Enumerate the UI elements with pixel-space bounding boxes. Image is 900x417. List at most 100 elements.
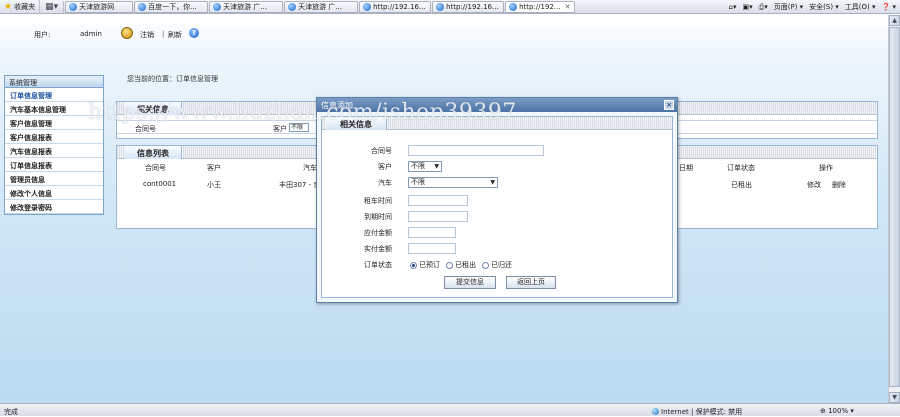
safety-menu[interactable]: 安全(S) ▾	[809, 2, 839, 12]
ie-page-icon	[509, 3, 517, 11]
chevron-down-icon: ▼	[434, 162, 439, 171]
sidebar-item-customer-info[interactable]: 客户信息管理	[5, 116, 103, 130]
radio-unchecked-icon	[482, 262, 489, 269]
dialog-title: 信息添加	[321, 101, 353, 110]
ie-page-icon	[288, 3, 296, 11]
customer-search-select[interactable]: 不限	[289, 123, 309, 132]
dialog-titlebar[interactable]: 信息添加 ×	[317, 98, 677, 112]
ie-page-icon	[363, 3, 371, 11]
scroll-up-icon[interactable]: ▲	[889, 15, 900, 26]
sidebar-item-order-info[interactable]: 订单信息管理	[5, 88, 103, 102]
form-row-car: 汽车 不限▼	[322, 175, 672, 191]
page-menu[interactable]: 页面(P) ▾	[774, 2, 803, 12]
due-time-input[interactable]	[408, 211, 468, 222]
user-label: 用户:	[34, 30, 50, 40]
radio-checked-icon	[410, 262, 417, 269]
close-icon[interactable]: ×	[664, 100, 674, 110]
sidebar-item-car-report[interactable]: 汽车信息报表	[5, 144, 103, 158]
column-header: 客户	[207, 163, 221, 173]
logout-icon[interactable]	[121, 27, 133, 39]
status-radio-returned[interactable]: 已归还	[482, 260, 512, 270]
form-row-payable: 应付金额	[322, 225, 672, 241]
command-bar: ⌂▾ ▣▾ ⎙▾ 页面(P) ▾ 安全(S) ▾ 工具(O) ▾ ❓ ▾	[729, 0, 900, 14]
favorites-button[interactable]: ★ 收藏夹	[0, 0, 40, 14]
cell-contract: cont0001	[143, 180, 176, 188]
help-icon[interactable]: ?	[189, 28, 199, 38]
paid-label: 实付金额	[364, 244, 392, 254]
column-header: 操作	[819, 163, 833, 173]
browser-tab-5[interactable]: http://192.16...	[359, 1, 431, 13]
sidebar-item-profile[interactable]: 修改个人信息	[5, 186, 103, 200]
feeds-icon[interactable]: ▣▾	[742, 3, 752, 11]
customer-select[interactable]: 不限▼	[408, 161, 442, 172]
due-time-label: 到期时间	[364, 212, 392, 222]
sidebar-item-admin-info[interactable]: 管理员信息	[5, 172, 103, 186]
browser-tab-6[interactable]: http://192.16...	[432, 1, 504, 13]
sidebar-item-customer-report[interactable]: 客户信息报表	[5, 130, 103, 144]
contract-label: 合同号	[371, 146, 392, 156]
column-header: 汽车	[303, 163, 317, 173]
paid-input[interactable]	[408, 243, 456, 254]
browser-tab-3[interactable]: 天津旅游 广...	[209, 1, 283, 13]
car-label: 汽车	[378, 178, 392, 188]
customer-label: 客户	[378, 162, 392, 172]
contract-input[interactable]	[408, 145, 544, 156]
sidebar-item-car-info[interactable]: 汽车基本信息管理	[5, 102, 103, 116]
close-tab-icon[interactable]: ✕	[565, 3, 571, 11]
form-row-customer: 客户 不限▼	[322, 159, 672, 175]
zoom-level[interactable]: ⊕ 100% ▾	[820, 407, 854, 415]
quick-tabs-icon[interactable]: ▦▾	[40, 1, 64, 13]
scroll-down-icon[interactable]: ▼	[889, 392, 900, 403]
form-row-contract: 合同号	[322, 143, 672, 159]
add-info-dialog: 信息添加 × 相关信息 合同号 客户 不限▼ 汽车 不限▼ 租车时间 到期时间 …	[316, 97, 678, 303]
print-icon[interactable]: ⎙▾	[759, 3, 768, 12]
contract-search-label: 合同号	[135, 124, 156, 134]
user-bar: 用户: admin 注销 | 刷新 ?	[0, 15, 888, 55]
payable-label: 应付金额	[364, 228, 392, 238]
rent-time-input[interactable]	[408, 195, 468, 206]
status-radio-reserved[interactable]: 已预订	[410, 260, 440, 270]
browser-tab-4[interactable]: 天津旅游 广...	[284, 1, 358, 13]
cell-status: 已租出	[731, 180, 752, 190]
dialog-form: 相关信息 合同号 客户 不限▼ 汽车 不限▼ 租车时间 到期时间 应付金额 实付…	[321, 116, 673, 298]
home-icon[interactable]: ⌂▾	[729, 3, 737, 11]
form-row-rent-time: 租车时间	[322, 193, 672, 209]
sidebar-item-password[interactable]: 修改登录密码	[5, 200, 103, 214]
payable-input[interactable]	[408, 227, 456, 238]
back-button[interactable]: 返回上页	[506, 276, 556, 289]
form-row-due-time: 到期时间	[322, 209, 672, 225]
edit-link[interactable]: 修改	[807, 180, 821, 190]
tools-menu[interactable]: 工具(O) ▾	[845, 2, 876, 12]
car-select[interactable]: 不限▼	[408, 177, 498, 188]
status-radio-rented[interactable]: 已租出	[446, 260, 476, 270]
logout-link[interactable]: 注销	[140, 30, 154, 40]
sidebar-header[interactable]: 系统管理	[5, 76, 103, 88]
vertical-scrollbar[interactable]: ▲ ▼	[888, 15, 900, 403]
column-header: 合同号	[145, 163, 166, 173]
dialog-section-title: 相关信息	[326, 117, 387, 130]
column-header: 订单状态	[727, 163, 755, 173]
status-label: 订单状态	[364, 260, 392, 270]
help-menu[interactable]: ❓ ▾	[882, 3, 896, 11]
delete-link[interactable]: 删除	[832, 180, 846, 190]
favorites-star-icon: ★	[4, 2, 12, 12]
radio-unchecked-icon	[446, 262, 453, 269]
breadcrumb: 您当前的位置：订单信息管理	[127, 74, 218, 84]
sidebar-item-order-report[interactable]: 订单信息报表	[5, 158, 103, 172]
form-row-status: 订单状态 已预订 已租出 已归还	[322, 257, 672, 273]
status-bar: 完成 Internet | 保护模式: 禁用 ⊕ 100% ▾	[0, 403, 900, 416]
browser-tab-2[interactable]: 百度一下，你...	[134, 1, 208, 13]
ie-page-icon	[69, 3, 77, 11]
browser-tab-1[interactable]: 天津旅游网	[65, 1, 133, 13]
refresh-link[interactable]: 刷新	[168, 30, 182, 40]
sidebar: 系统管理 订单信息管理 汽车基本信息管理 客户信息管理 客户信息报表 汽车信息报…	[4, 75, 104, 215]
info-list-title: 信息列表	[125, 146, 182, 159]
chevron-down-icon: ▼	[490, 178, 495, 187]
ie-page-icon	[213, 3, 221, 11]
form-row-paid: 实付金额	[322, 241, 672, 257]
submit-button[interactable]: 提交信息	[444, 276, 496, 289]
browser-tab-7[interactable]: http://192...✕	[505, 1, 575, 13]
user-name: admin	[80, 30, 102, 38]
status-radio-group: 已预订 已租出 已归还	[410, 260, 512, 270]
scroll-thumb[interactable]	[889, 27, 900, 387]
